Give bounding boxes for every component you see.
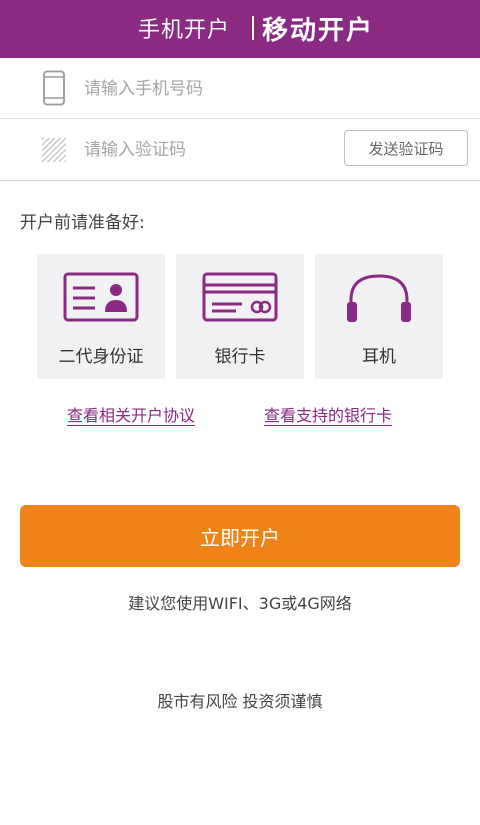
agreement-link[interactable]: 查看相关开户协议 <box>67 402 195 426</box>
id-card-label: 二代身份证 <box>58 347 144 367</box>
headphones-item: 耳机 <box>315 254 443 379</box>
verification-code-input[interactable] <box>82 131 336 169</box>
verification-code-icon <box>42 138 66 162</box>
prep-heading: 开户前请准备好: <box>20 213 145 233</box>
header-title-right: 移动开户 <box>262 16 375 46</box>
bank-card-label: 银行卡 <box>214 347 266 367</box>
phone-icon <box>43 70 65 106</box>
id-card-item: 二代身份证 <box>37 254 165 379</box>
login-form: 发送验证码 <box>0 58 480 181</box>
header-title-left: 手机开户 <box>138 18 231 43</box>
open-account-button[interactable]: 立即开户 <box>20 505 460 567</box>
header-divider <box>252 16 254 40</box>
send-code-button[interactable]: 发送验证码 <box>344 130 468 166</box>
header-bar: 手机开户 移动开户 <box>0 0 480 58</box>
bank-card-item: 银行卡 <box>176 254 304 379</box>
bank-card-icon <box>202 272 278 322</box>
supported-banks-link[interactable]: 查看支持的银行卡 <box>264 402 392 426</box>
code-row: 发送验证码 <box>0 119 480 179</box>
risk-warning: 股市有风险 投资须谨慎 <box>157 692 323 711</box>
network-suggestion: 建议您使用WIFI、3G或4G网络 <box>128 594 352 613</box>
headphones-icon <box>347 274 411 322</box>
id-card-icon <box>63 272 139 322</box>
phone-input[interactable] <box>82 70 336 108</box>
headphones-label: 耳机 <box>362 347 396 367</box>
phone-row <box>0 58 480 119</box>
